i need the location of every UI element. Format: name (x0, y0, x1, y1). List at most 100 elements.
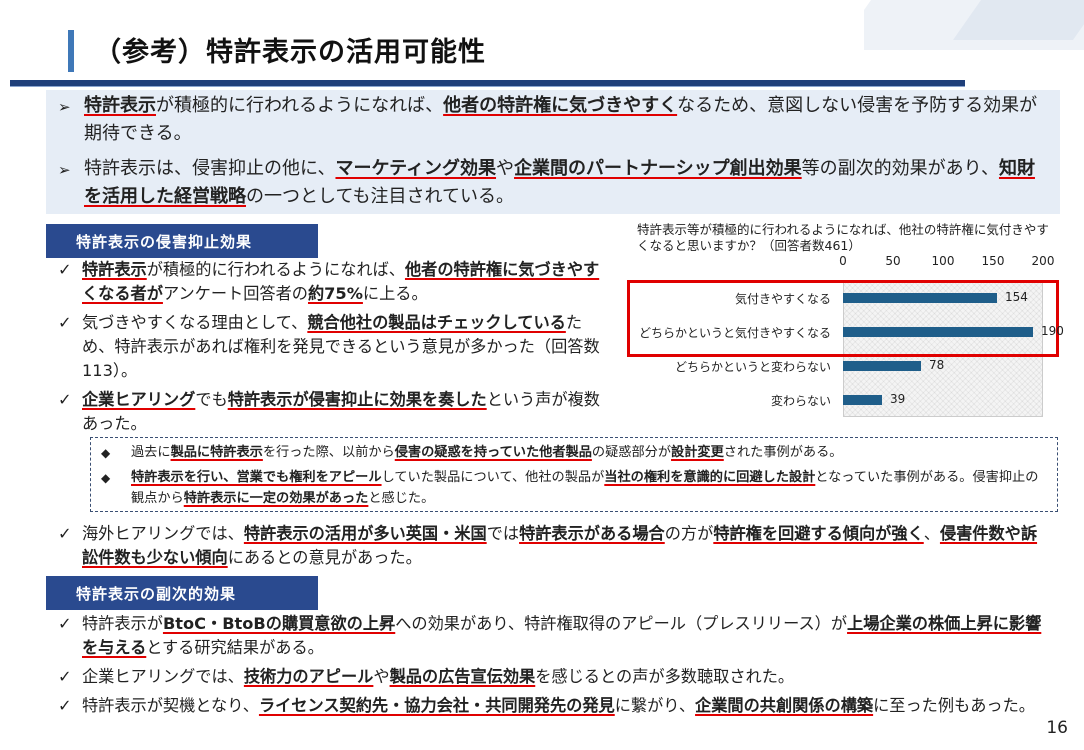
bullet-item: ✓ 企業ヒアリングでも特許表示が侵害抑止に効果を奏したという声が複数あった。 (58, 388, 613, 436)
bullet-item: ✓ 海外ヒアリングでは、特許表示の活用が多い英国・米国では特許表示がある場合の方が… (58, 522, 1048, 570)
category-label: 変わらない (770, 394, 831, 408)
body-text: 海外ヒアリングでは、 (82, 524, 244, 543)
highlighted-text: 侵害の疑惑を持っていた他者製品 (394, 445, 592, 460)
highlighted-text: 特許表示を行い、営業でも権利をアピール (131, 470, 382, 485)
body-text: 過去に (131, 445, 171, 460)
bullet-item-text: 企業ヒアリングでも特許表示が侵害抑止に効果を奏したという声が複数あった。 (82, 388, 613, 436)
check-icon: ✓ (58, 614, 72, 633)
check-icon: ✓ (58, 390, 72, 409)
check-icon: ✓ (58, 667, 72, 686)
bar (843, 327, 1033, 337)
highlighted-text: 約75% (307, 284, 363, 303)
body-text: 特許表示が (82, 614, 163, 633)
quote-item: ◆ 特許表示を行い、営業でも権利をアピールしていた製品について、他社の製品が当社の… (101, 467, 1049, 509)
summary-item: ➢ 特許表示は、侵害抑止の他に、マーケティング効果や企業間のパートナーシップ創出効… (58, 155, 1044, 211)
body-text: 、 (923, 524, 940, 543)
hearing-quote-box: ◆ 過去に製品に特許表示を行った際、以前から侵害の疑惑を持っていた他者製品の疑惑部… (90, 437, 1058, 512)
deterrence-bullet-list: ✓ 特許表示が積極的に行われるようになれば、他者の特許権に気づきやすくなる者がアン… (58, 258, 613, 441)
highlighted-text: 設計変更 (671, 445, 724, 460)
body-text: が積極的に行われるようになれば、 (156, 95, 444, 116)
body-text: では (486, 524, 520, 543)
page-title: （参考）特許表示の活用可能性 (94, 37, 486, 68)
highlighted-text: 特許表示の活用が多い英国・米国 (243, 524, 487, 543)
body-text: の方が (664, 524, 714, 543)
page-number: 16 (1046, 718, 1068, 738)
body-text: を感じるとの声が多数聴取された。 (535, 667, 795, 686)
body-text: にあるとの意見があった。 (227, 548, 422, 567)
chart-title: 特許表示等が積極的に行われるようになれば、他社の特許権に気付きやすくなると思いま… (637, 222, 1049, 253)
bullet-item: ✓ 気づきやすくなる理由として、競合他社の製品はチェックしているため、特許表示があ… (58, 311, 613, 383)
bar-value-label: 190 (1041, 324, 1064, 338)
highlighted-text: 企業間の共創関係の構築 (695, 696, 874, 715)
body-text: でも (195, 390, 228, 409)
bullet-item: ✓ 企業ヒアリングでは、技術力のアピールや製品の広告宣伝効果を感じるとの声が多数聴… (58, 665, 1048, 689)
bar-value-label: 39 (890, 392, 906, 406)
highlighted-text: マーケティング効果 (335, 158, 497, 179)
body-text: とする研究結果がある。 (146, 638, 324, 657)
bullet-item-text: 海外ヒアリングでは、特許表示の活用が多い英国・米国では特許表示がある場合の方が特… (82, 522, 1048, 570)
bullet-item-text: 企業ヒアリングでは、技術力のアピールや製品の広告宣伝効果を感じるとの声が多数聴取… (82, 665, 794, 689)
category-label: 気付きやすくなる (734, 292, 831, 306)
x-tick-label: 0 (839, 254, 847, 268)
quote-item: ◆ 過去に製品に特許表示を行った際、以前から侵害の疑惑を持っていた他者製品の疑惑部… (101, 442, 1049, 464)
body-text: の疑惑部分が (591, 445, 672, 460)
highlighted-text: ライセンス契約先・協力会社・共同開発先の発見 (258, 696, 615, 715)
section-header-secondary: 特許表示の副次的効果 (46, 576, 318, 610)
bullet-item-text: 特許表示が積極的に行われるようになれば、他者の特許権に気づきやすくなる者がアンケ… (82, 258, 613, 306)
highlighted-text: 特許表示 (82, 260, 147, 279)
secondary-effect-bullet-list: ✓ 特許表示がBtoC・BtoBの購買意欲の上昇への効果があり、特許権取得のアピー… (58, 612, 1048, 723)
quote-item-text: 特許表示を行い、営業でも権利をアピールしていた製品について、他社の製品が当社の権… (131, 467, 1049, 509)
check-icon: ✓ (58, 260, 72, 279)
bar (843, 395, 882, 405)
highlighted-text: 特許権を回避する傾向が強く (713, 524, 924, 543)
bar (843, 293, 997, 303)
x-tick-label: 50 (885, 254, 901, 268)
highlighted-text: 他者の特許権に気づきやすく (443, 95, 678, 116)
body-text: に上る。 (362, 284, 428, 303)
highlighted-text: 製品に特許表示 (170, 445, 263, 460)
diamond-bullet-icon: ◆ (101, 471, 111, 485)
corner-decoration (864, 0, 1084, 60)
title-underline-thin (10, 86, 965, 87)
check-icon: ✓ (58, 524, 72, 543)
bullet-item-text: 特許表示が契機となり、ライセンス契約先・協力会社・共同開発先の発見に繋がり、企業… (82, 694, 1035, 718)
x-tick-label: 150 (981, 254, 1005, 268)
overseas-bullet-list: ✓ 海外ヒアリングでは、特許表示の活用が多い英国・米国では特許表示がある場合の方が… (58, 522, 1048, 575)
summary-box: ➢ 特許表示が積極的に行われるようになれば、他者の特許権に気づきやすくなるため、意… (46, 90, 1060, 214)
bullet-item-text: 特許表示がBtoC・BtoBの購買意欲の上昇への効果があり、特許権取得のアピール… (82, 612, 1048, 660)
highlighted-text: 企業ヒアリング (82, 390, 196, 409)
body-text: に繋がり、 (614, 696, 696, 715)
section-header-deterrence: 特許表示の侵害抑止効果 (46, 224, 318, 258)
body-text: 企業ヒアリングでは、 (82, 667, 244, 686)
bullet-item: ✓ 特許表示が積極的に行われるようになれば、他者の特許権に気づきやすくなる者がアン… (58, 258, 613, 306)
body-text: や (373, 667, 390, 686)
survey-bar-chart: 0 50 100 150 200 気付きやすくなる 154 どちらかというと気付きやすくなる 1… (627, 254, 1064, 419)
arrow-bullet-icon: ➢ (58, 161, 71, 179)
x-tick-label: 200 (1031, 254, 1055, 268)
bullet-item: ✓ 特許表示が契機となり、ライセンス契約先・協力会社・共同開発先の発見に繋がり、企… (58, 694, 1048, 718)
highlighted-text: 技術力のアピール (243, 667, 374, 686)
summary-item: ➢ 特許表示が積極的に行われるようになれば、他者の特許権に気づきやすくなるため、意… (58, 92, 1044, 148)
diamond-bullet-icon: ◆ (101, 446, 111, 460)
highlighted-text: 特許表示 (84, 95, 156, 116)
body-text: 気づきやすくなる理由として、 (82, 313, 308, 332)
arrow-bullet-icon: ➢ (58, 98, 71, 116)
category-label: どちらかというと変わらない (674, 360, 831, 374)
body-text: 等の副次的効果があり、 (801, 158, 999, 179)
body-text: を行った際、以前から (262, 445, 395, 460)
body-text: への効果があり、特許権取得のアピール（プレスリリース）が (395, 614, 848, 633)
highlighted-text: BtoC・BtoBの購買意欲の上昇 (162, 614, 396, 633)
title-accent-bar (68, 30, 74, 72)
body-text: が積極的に行われるようになれば、 (146, 260, 405, 279)
highlighted-text: 競合他社の製品はチェックしている (307, 313, 566, 332)
body-text: 特許表示は、侵害抑止の他に、 (84, 158, 336, 179)
bar-value-label: 78 (929, 358, 945, 372)
body-text: 特許表示が契機となり、 (82, 696, 259, 715)
highlighted-text: 企業間のパートナーシップ創出効果 (514, 158, 802, 179)
summary-item-text: 特許表示が積極的に行われるようになれば、他者の特許権に気づきやすくなるため、意図… (84, 92, 1044, 148)
body-text: アンケート回答者の (162, 284, 308, 303)
highlighted-text: 特許表示がある場合 (519, 524, 665, 543)
category-label: どちらかというと気付きやすくなる (638, 326, 831, 340)
body-text: に至った例もあった。 (873, 696, 1035, 715)
body-text: や (496, 158, 515, 179)
